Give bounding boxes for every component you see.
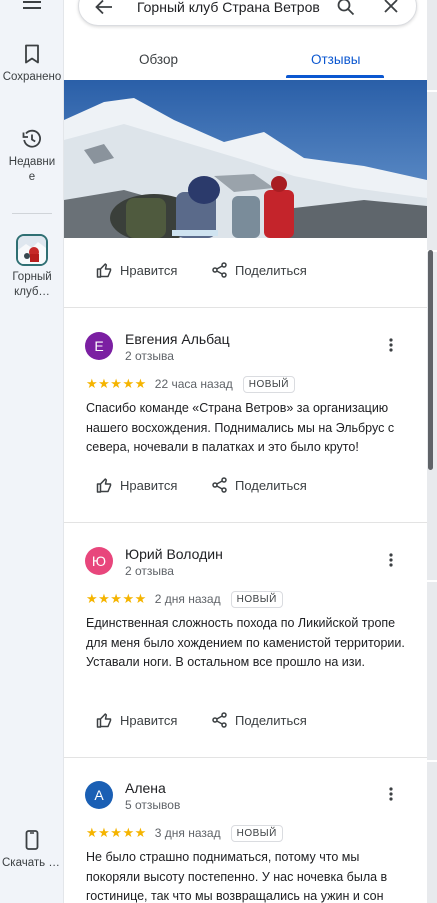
like-button[interactable]: Нравится bbox=[96, 262, 177, 278]
review-rating-row: ★★★★★ 22 часа назад НОВЫЙ bbox=[86, 375, 295, 393]
review-rating-row: ★★★★★ 3 дня назад НОВЫЙ bbox=[86, 824, 283, 842]
active-tab-indicator bbox=[286, 75, 384, 78]
place-label: Горный клуб… bbox=[12, 271, 52, 298]
saved-label: Сохранено bbox=[2, 71, 62, 83]
tab-overview[interactable]: Обзор bbox=[139, 52, 178, 67]
saved-button[interactable]: Сохранено bbox=[0, 44, 64, 85]
share-label: Поделиться bbox=[235, 712, 307, 728]
share-label: Поделиться bbox=[235, 262, 307, 278]
share-icon bbox=[212, 262, 227, 278]
review-actions: Нравится Поделиться bbox=[64, 712, 427, 732]
more-vert-icon bbox=[389, 553, 393, 567]
menu-button[interactable] bbox=[0, 0, 64, 16]
panel-scrollbar[interactable] bbox=[428, 250, 433, 470]
recent-label: Недавние bbox=[8, 156, 56, 183]
review-more-button[interactable] bbox=[389, 787, 393, 806]
share-icon bbox=[212, 477, 227, 493]
review-divider bbox=[64, 522, 427, 523]
reviewer-name[interactable]: Юрий Володин bbox=[125, 546, 223, 562]
share-label: Поделиться bbox=[235, 477, 307, 493]
review-rating-row: ★★★★★ 2 дня назад НОВЫЙ bbox=[86, 590, 283, 608]
download-label: Скачать приложение bbox=[2, 857, 62, 869]
review-divider bbox=[64, 757, 427, 758]
recent-button[interactable]: Недавние bbox=[0, 129, 64, 185]
search-icon bbox=[337, 0, 355, 16]
reviewer-review-count: 5 отзывов bbox=[125, 798, 181, 812]
avatar[interactable]: А bbox=[85, 781, 113, 809]
star-rating: ★★★★★ bbox=[86, 376, 147, 391]
star-rating: ★★★★★ bbox=[86, 825, 147, 840]
history-icon bbox=[22, 129, 41, 148]
bookmark-icon bbox=[25, 44, 39, 64]
review-text: Спасибо команде «Страна Ветров» за орган… bbox=[86, 401, 395, 454]
reviewer-review-count: 2 отзыва bbox=[125, 564, 174, 578]
map-road bbox=[427, 580, 437, 582]
review-more-button[interactable] bbox=[389, 338, 393, 357]
search-box[interactable]: Горный клуб Страна Ветров bbox=[78, 0, 417, 26]
share-button[interactable]: Поделиться bbox=[212, 477, 307, 493]
place-tabs: Обзор Отзывы bbox=[64, 40, 427, 80]
reviewer-review-count: 2 отзыва bbox=[125, 349, 174, 363]
new-badge: НОВЫЙ bbox=[230, 590, 283, 608]
review-date: 22 часа назад bbox=[154, 377, 233, 391]
review-text: Единственная сложность похода по Ликийск… bbox=[86, 616, 405, 669]
search-input[interactable]: Горный клуб Страна Ветров bbox=[137, 0, 320, 15]
left-rail: Сохранено Недавние Горный клуб… Скачать … bbox=[0, 0, 64, 903]
review-actions: Нравится Поделиться bbox=[64, 262, 427, 282]
map-road bbox=[427, 90, 437, 92]
like-button[interactable]: Нравится bbox=[96, 477, 177, 493]
review-actions: Нравится Поделиться bbox=[64, 477, 427, 497]
share-button[interactable]: Поделиться bbox=[212, 262, 307, 278]
reviewer-name[interactable]: Евгения Альбац bbox=[125, 331, 230, 347]
back-button[interactable] bbox=[95, 0, 113, 20]
like-button[interactable]: Нравится bbox=[96, 712, 177, 728]
recent-place-button[interactable]: Горный клуб… bbox=[0, 234, 64, 300]
clear-search-button[interactable] bbox=[383, 0, 399, 19]
new-badge: НОВЫЙ bbox=[242, 375, 295, 393]
more-vert-icon bbox=[389, 338, 393, 352]
more-vert-icon bbox=[389, 787, 393, 801]
review-date: 2 дня назад bbox=[154, 592, 221, 606]
phone-icon bbox=[25, 830, 39, 850]
like-label: Нравится bbox=[120, 477, 178, 493]
star-rating: ★★★★★ bbox=[86, 591, 147, 606]
arrow-left-icon bbox=[95, 0, 112, 15]
review-date: 3 дня назад bbox=[154, 826, 221, 840]
avatar[interactable]: Ю bbox=[85, 547, 113, 575]
menu-icon bbox=[23, 1, 41, 9]
search-button[interactable] bbox=[337, 0, 355, 21]
reviewer-name[interactable]: Алена bbox=[125, 780, 166, 796]
like-label: Нравится bbox=[120, 712, 178, 728]
like-label: Нравится bbox=[120, 262, 178, 278]
review-more-button[interactable] bbox=[389, 553, 393, 572]
new-badge: НОВЫЙ bbox=[230, 824, 283, 842]
thumbs-up-icon bbox=[96, 713, 112, 728]
thumbs-up-icon bbox=[96, 478, 112, 493]
share-button[interactable]: Поделиться bbox=[212, 712, 307, 728]
map-road bbox=[427, 760, 437, 762]
review-text: Не было страшно подниматься, потому что … bbox=[86, 850, 388, 903]
avatar[interactable]: Е bbox=[85, 332, 113, 360]
place-thumbnail bbox=[16, 234, 48, 266]
tab-reviews[interactable]: Отзывы bbox=[311, 52, 360, 67]
close-icon bbox=[384, 0, 398, 13]
share-icon bbox=[212, 712, 227, 728]
download-app-button[interactable]: Скачать приложение bbox=[0, 830, 64, 871]
review-divider bbox=[64, 307, 427, 308]
thumbs-up-icon bbox=[96, 263, 112, 278]
rail-divider bbox=[12, 213, 52, 214]
place-panel: Горный клуб Страна Ветров Обзор Отзывы Н… bbox=[64, 0, 427, 903]
review-photo[interactable] bbox=[64, 80, 427, 238]
